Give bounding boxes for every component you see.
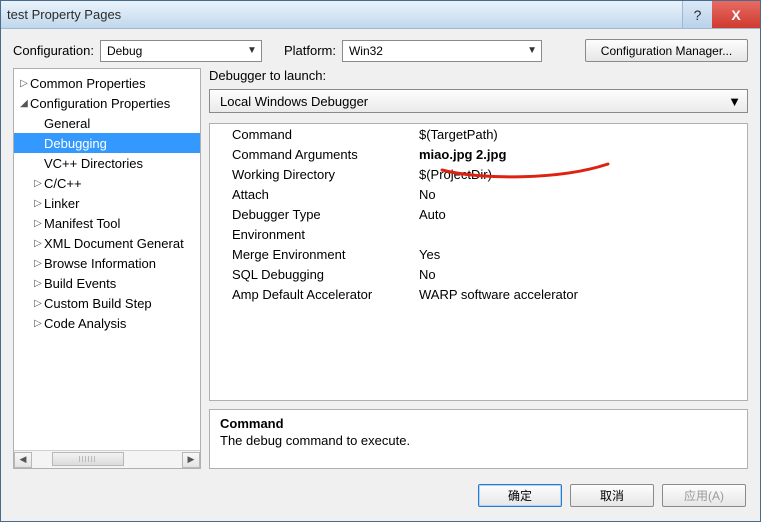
- window-buttons: ? X: [682, 1, 760, 28]
- description-title: Command: [220, 416, 737, 431]
- property-row[interactable]: SQL DebuggingNo: [210, 264, 747, 284]
- expander-icon[interactable]: ▷: [32, 178, 44, 189]
- scroll-right-button[interactable]: ▶: [182, 452, 200, 468]
- chevron-down-icon: ▼: [728, 94, 741, 109]
- property-name: Command: [210, 127, 415, 142]
- property-name: Amp Default Accelerator: [210, 287, 415, 302]
- tree-item-label: VC++ Directories: [44, 156, 143, 171]
- tree-item-label: Build Events: [44, 276, 116, 291]
- property-row[interactable]: Working Directory$(ProjectDir): [210, 164, 747, 184]
- expander-icon[interactable]: ▷: [32, 238, 44, 249]
- platform-value: Win32: [349, 44, 383, 58]
- close-button[interactable]: X: [712, 1, 760, 28]
- tree-item[interactable]: General: [14, 113, 200, 133]
- configuration-combobox[interactable]: Debug ▼: [100, 40, 262, 62]
- chevron-down-icon: ▼: [527, 45, 537, 56]
- property-row[interactable]: Merge EnvironmentYes: [210, 244, 747, 264]
- property-grid[interactable]: Command$(TargetPath)Command Argumentsmia…: [209, 123, 748, 401]
- expander-icon[interactable]: ▷: [32, 198, 44, 209]
- property-name: Attach: [210, 187, 415, 202]
- property-value[interactable]: No: [415, 267, 747, 282]
- tree-item[interactable]: VC++ Directories: [14, 153, 200, 173]
- property-name: Working Directory: [210, 167, 415, 182]
- tree-item[interactable]: ▷Code Analysis: [14, 313, 200, 333]
- property-value[interactable]: miao.jpg 2.jpg: [415, 147, 747, 162]
- expander-icon[interactable]: ▷: [18, 78, 30, 89]
- configuration-value: Debug: [107, 44, 142, 58]
- configuration-label: Configuration:: [13, 43, 94, 58]
- expander-icon[interactable]: ▷: [32, 278, 44, 289]
- property-name: SQL Debugging: [210, 267, 415, 282]
- tree-item[interactable]: ▷Manifest Tool: [14, 213, 200, 233]
- property-row[interactable]: Debugger TypeAuto: [210, 204, 747, 224]
- tree-item-label: C/C++: [44, 176, 82, 191]
- property-pages-window: test Property Pages ? X Configuration: D…: [0, 0, 761, 522]
- ok-button[interactable]: 确定: [478, 484, 562, 507]
- scroll-left-button[interactable]: ◀: [14, 452, 32, 468]
- property-value[interactable]: $(ProjectDir): [415, 167, 747, 182]
- scroll-track[interactable]: [32, 452, 182, 468]
- right-pane: Debugger to launch: Local Windows Debugg…: [209, 68, 748, 469]
- expander-icon[interactable]: ◢: [18, 98, 30, 109]
- expander-icon[interactable]: ▷: [32, 258, 44, 269]
- tree-horizontal-scrollbar[interactable]: ◀ ▶: [14, 450, 200, 468]
- tree-item-label: Browse Information: [44, 256, 156, 271]
- tree-item[interactable]: ▷XML Document Generat: [14, 233, 200, 253]
- platform-label: Platform:: [284, 43, 336, 58]
- tree-item-label: Code Analysis: [44, 316, 126, 331]
- titlebar: test Property Pages ? X: [1, 1, 760, 29]
- property-name: Debugger Type: [210, 207, 415, 222]
- tree-item-label: XML Document Generat: [44, 236, 184, 251]
- tree-item-label: Debugging: [44, 136, 107, 151]
- property-value[interactable]: WARP software accelerator: [415, 287, 747, 302]
- description-box: Command The debug command to execute.: [209, 409, 748, 469]
- property-row[interactable]: Amp Default AcceleratorWARP software acc…: [210, 284, 747, 304]
- property-row[interactable]: Environment: [210, 224, 747, 244]
- cancel-button[interactable]: 取消: [570, 484, 654, 507]
- property-value[interactable]: Yes: [415, 247, 747, 262]
- body: ▷Common Properties◢Configuration Propert…: [1, 68, 760, 477]
- property-name: Merge Environment: [210, 247, 415, 262]
- tree-item-label: Custom Build Step: [44, 296, 152, 311]
- platform-combobox[interactable]: Win32 ▼: [342, 40, 542, 62]
- property-value[interactable]: $(TargetPath): [415, 127, 747, 142]
- apply-button[interactable]: 应用(A): [662, 484, 746, 507]
- tree-item[interactable]: ▷Build Events: [14, 273, 200, 293]
- debugger-to-launch-combobox[interactable]: Local Windows Debugger ▼: [209, 89, 748, 113]
- property-value[interactable]: No: [415, 187, 747, 202]
- tree[interactable]: ▷Common Properties◢Configuration Propert…: [14, 69, 200, 450]
- tree-item-label: Common Properties: [30, 76, 146, 91]
- tree-item[interactable]: ▷Linker: [14, 193, 200, 213]
- tree-item[interactable]: ▷Common Properties: [14, 73, 200, 93]
- config-row: Configuration: Debug ▼ Platform: Win32 ▼…: [1, 29, 760, 68]
- debugger-to-launch-label: Debugger to launch:: [209, 68, 748, 83]
- help-button[interactable]: ?: [682, 1, 712, 28]
- property-row[interactable]: AttachNo: [210, 184, 747, 204]
- debugger-to-launch-value: Local Windows Debugger: [220, 94, 368, 109]
- property-name: Command Arguments: [210, 147, 415, 162]
- tree-item[interactable]: ▷Custom Build Step: [14, 293, 200, 313]
- tree-item-label: General: [44, 116, 90, 131]
- tree-pane: ▷Common Properties◢Configuration Propert…: [13, 68, 201, 469]
- tree-item-label: Configuration Properties: [30, 96, 170, 111]
- tree-item[interactable]: ▷C/C++: [14, 173, 200, 193]
- tree-item-label: Linker: [44, 196, 79, 211]
- tree-item[interactable]: ◢Configuration Properties: [14, 93, 200, 113]
- tree-item-label: Manifest Tool: [44, 216, 120, 231]
- property-row[interactable]: Command Argumentsmiao.jpg 2.jpg: [210, 144, 747, 164]
- expander-icon[interactable]: ▷: [32, 318, 44, 329]
- tree-item[interactable]: Debugging: [14, 133, 200, 153]
- expander-icon[interactable]: ▷: [32, 218, 44, 229]
- property-row[interactable]: Command$(TargetPath): [210, 124, 747, 144]
- expander-icon[interactable]: ▷: [32, 298, 44, 309]
- scroll-thumb[interactable]: [52, 452, 124, 466]
- window-title: test Property Pages: [7, 7, 682, 22]
- chevron-down-icon: ▼: [247, 45, 257, 56]
- dialog-footer: 确定 取消 应用(A): [1, 477, 760, 521]
- configuration-manager-button[interactable]: Configuration Manager...: [585, 39, 748, 62]
- property-value[interactable]: Auto: [415, 207, 747, 222]
- description-text: The debug command to execute.: [220, 433, 737, 448]
- tree-item[interactable]: ▷Browse Information: [14, 253, 200, 273]
- property-name: Environment: [210, 227, 415, 242]
